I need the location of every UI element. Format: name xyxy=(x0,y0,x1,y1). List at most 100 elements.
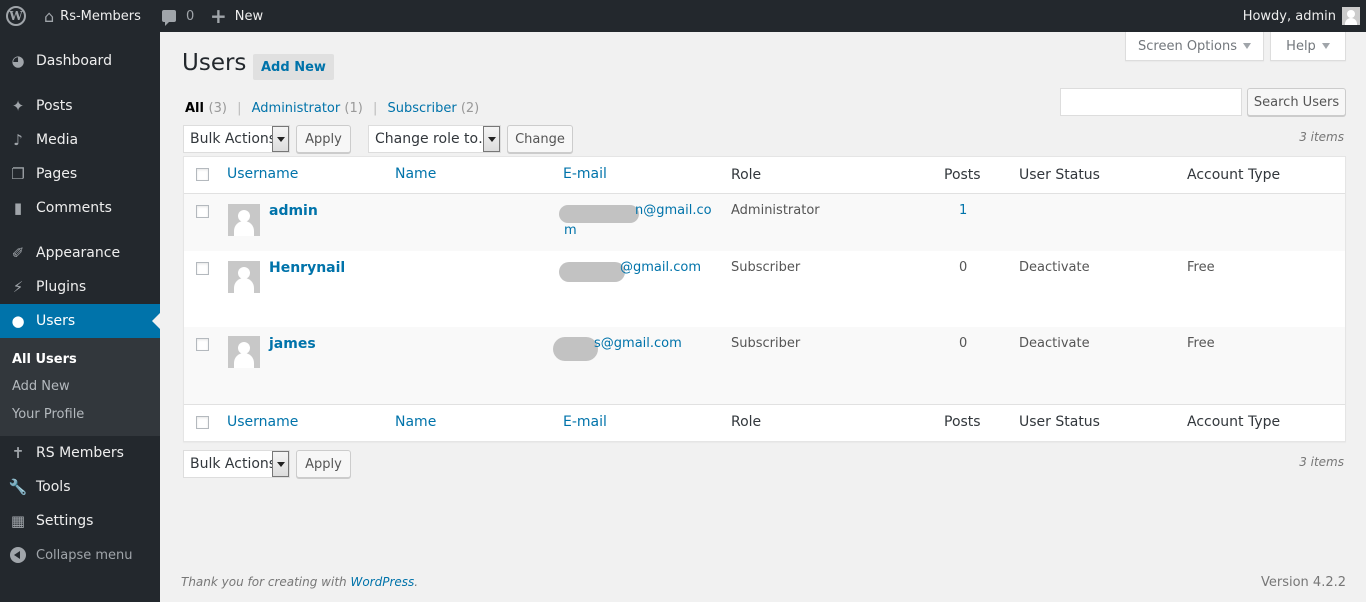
redacted-email-blur xyxy=(559,205,639,223)
search-users-button[interactable]: Search Users xyxy=(1247,88,1346,116)
comment-bubble-icon xyxy=(162,10,176,26)
username-link[interactable]: admin xyxy=(269,203,318,219)
caret-down-icon xyxy=(1243,43,1251,49)
sliders-icon: ▦ xyxy=(10,512,26,530)
user-role: Subscriber xyxy=(731,260,801,275)
submenu-your-profile[interactable]: Your Profile xyxy=(12,407,84,422)
collapse-menu-button[interactable]: Collapse menu xyxy=(0,538,160,572)
sidebar-item-label: Users xyxy=(36,313,76,329)
users-submenu: All Users Add New Your Profile xyxy=(0,338,160,436)
help-button[interactable]: Help xyxy=(1270,32,1346,61)
sidebar-item-pages[interactable]: ❐ Pages xyxy=(0,157,160,191)
submenu-all-users[interactable]: All Users xyxy=(12,352,77,367)
table-row: admin n@gmail.co m Administrator 1 xyxy=(184,194,1345,251)
sidebar-item-tools[interactable]: 🔧 Tools xyxy=(0,470,160,504)
email-link-wrap[interactable]: m xyxy=(564,223,577,238)
table-row: james s@gmail.com Subscriber 0 Deactivat… xyxy=(184,327,1345,404)
account-avatar-icon xyxy=(1342,7,1360,25)
filter-count: (3) xyxy=(208,101,227,116)
sidebar-item-users[interactable]: ● Users xyxy=(0,304,160,338)
column-username[interactable]: Username xyxy=(227,166,298,182)
admin-sidebar: ◕ Dashboard ✦ Posts ♪ Media ❐ Pages ▮ Co… xyxy=(0,32,160,602)
sidebar-item-posts[interactable]: ✦ Posts xyxy=(0,89,160,123)
bulk-actions-select-bottom[interactable]: Bulk Actions xyxy=(183,450,290,478)
new-content-menu[interactable]: + New xyxy=(210,0,263,32)
sidebar-item-dashboard[interactable]: ◕ Dashboard xyxy=(0,44,160,78)
bulk-actions-value: Bulk Actions xyxy=(190,131,277,147)
sidebar-item-rs-members[interactable]: ✝ RS Members xyxy=(0,436,160,470)
sidebar-item-appearance[interactable]: ✐ Appearance xyxy=(0,236,160,270)
search-users-input[interactable] xyxy=(1060,88,1242,116)
username-link[interactable]: Henrynail xyxy=(269,260,345,276)
submenu-add-new[interactable]: Add New xyxy=(12,379,70,394)
screen-options-button[interactable]: Screen Options xyxy=(1125,32,1264,61)
user-avatar xyxy=(228,261,260,293)
filter-label: Subscriber xyxy=(387,101,457,116)
column-posts: Posts xyxy=(944,167,981,183)
collapse-arrow-icon xyxy=(0,547,36,563)
filter-all[interactable]: All (3) xyxy=(185,101,227,116)
row-checkbox[interactable] xyxy=(196,262,209,275)
sidebar-item-settings[interactable]: ▦ Settings xyxy=(0,504,160,538)
user-avatar xyxy=(228,336,260,368)
email-link[interactable]: n@gmail.co xyxy=(635,203,712,218)
column-posts: Posts xyxy=(944,414,981,430)
apply-button-bottom[interactable]: Apply xyxy=(296,450,351,478)
sidebar-item-label: Tools xyxy=(36,479,71,495)
table-row: Henrynail @gmail.com Subscriber 0 Deacti… xyxy=(184,251,1345,327)
filter-subscriber[interactable]: Subscriber (2) xyxy=(387,101,479,116)
apply-button-top[interactable]: Apply xyxy=(296,125,351,153)
select-all-checkbox-bottom[interactable] xyxy=(196,416,209,429)
dropdown-arrow-icon xyxy=(272,451,289,477)
change-role-button[interactable]: Change xyxy=(507,125,573,153)
user-status: Deactivate xyxy=(1019,336,1090,351)
wordpress-logo-menu[interactable]: W xyxy=(6,0,28,32)
column-user-status: User Status xyxy=(1019,167,1100,183)
email-link[interactable]: @gmail.com xyxy=(620,260,701,275)
sidebar-item-label: Posts xyxy=(36,98,73,114)
home-icon: ⌂ xyxy=(44,6,55,26)
bulk-actions-select-top[interactable]: Bulk Actions xyxy=(183,125,290,153)
new-label: New xyxy=(234,8,264,24)
add-new-user-button[interactable]: Add New xyxy=(253,54,334,80)
sidebar-item-label: Media xyxy=(36,132,79,148)
sidebar-item-label: Dashboard xyxy=(36,53,112,69)
sidebar-item-media[interactable]: ♪ Media xyxy=(0,123,160,157)
page-title: Users xyxy=(182,50,247,76)
column-name[interactable]: Name xyxy=(395,166,436,182)
footer-thanks: Thank you for creating with WordPress. xyxy=(181,575,418,589)
filter-administrator[interactable]: Administrator (1) xyxy=(252,101,363,116)
media-icon: ♪ xyxy=(13,131,23,149)
post-count: 0 xyxy=(959,336,968,351)
email-link[interactable]: s@gmail.com xyxy=(594,336,682,351)
footer-version: Version 4.2.2 xyxy=(1260,575,1346,590)
column-email[interactable]: E-mail xyxy=(563,414,607,430)
row-checkbox[interactable] xyxy=(196,338,209,351)
sidebar-item-plugins[interactable]: ⚡ Plugins xyxy=(0,270,160,304)
column-email[interactable]: E-mail xyxy=(563,166,607,182)
site-name-link[interactable]: ⌂ Rs-Members xyxy=(44,0,141,32)
wordpress-link[interactable]: WordPress xyxy=(350,575,414,589)
column-name[interactable]: Name xyxy=(395,414,436,430)
change-role-select[interactable]: Change role to… xyxy=(368,125,501,153)
items-count-top: 3 items xyxy=(1299,130,1344,144)
sidebar-item-comments[interactable]: ▮ Comments xyxy=(0,191,160,225)
plus-icon: + xyxy=(210,4,227,28)
post-count-link[interactable]: 1 xyxy=(959,203,967,218)
table-footer: Username Name E-mail Role Posts User Sta… xyxy=(184,404,1345,441)
plug-icon: ⚡ xyxy=(12,278,24,296)
accessibility-icon: ✝ xyxy=(11,444,25,462)
howdy-label: Howdy, admin xyxy=(1242,8,1336,24)
table-header: Username Name E-mail Role Posts User Sta… xyxy=(184,157,1345,194)
select-all-checkbox[interactable] xyxy=(196,168,209,181)
column-username[interactable]: Username xyxy=(227,414,298,430)
my-account-menu[interactable]: Howdy, admin xyxy=(1243,0,1360,32)
sidebar-item-label: Comments xyxy=(36,200,112,216)
comments-link[interactable]: 0 xyxy=(162,0,194,32)
username-link[interactable]: james xyxy=(269,336,316,352)
row-checkbox[interactable] xyxy=(196,205,209,218)
comments-count: 0 xyxy=(186,8,195,24)
sidebar-item-label: Settings xyxy=(36,513,94,529)
sidebar-item-label: RS Members xyxy=(36,445,124,461)
footer-period: . xyxy=(414,575,419,589)
